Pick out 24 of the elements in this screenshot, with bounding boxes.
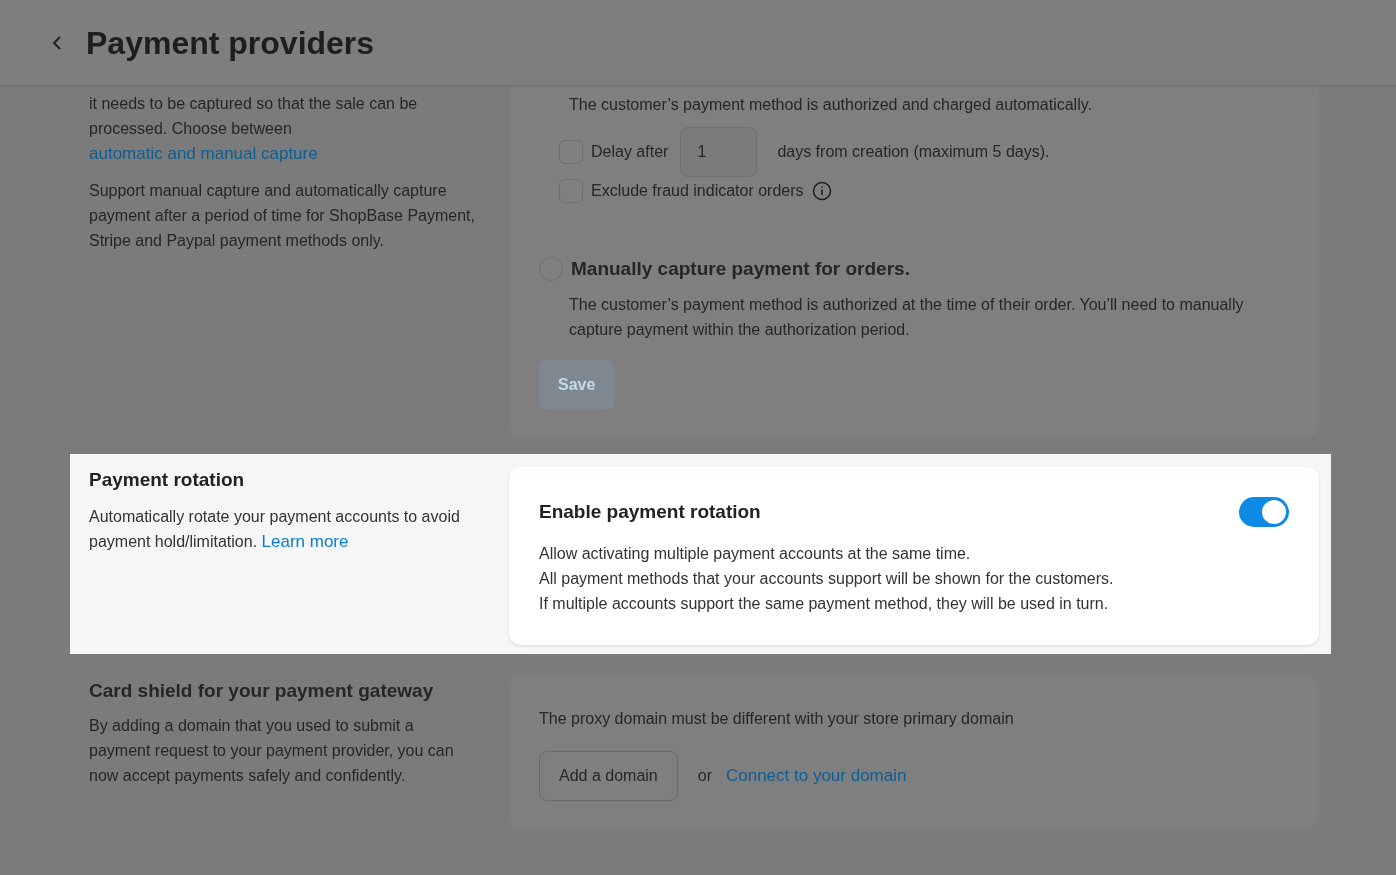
rotation-text: Allow activating multiple payment accounts at the same time. <box>539 544 972 564</box>
capture-description: it needs to be captured so that the sale can be processed. Choose between automatic and manual capture <box>89 94 419 165</box>
or-text: or <box>697 766 712 786</box>
add-domain-button[interactable]: Add a domain <box>539 751 678 801</box>
info-icon[interactable] <box>811 181 832 201</box>
rotation-text: If multiple accounts support the same payment method, they will be used in turn. <box>539 594 1110 614</box>
rotation-text: All payment methods that your accounts support will be shown for the customers. <box>539 569 1115 589</box>
rotation-toggle[interactable] <box>1239 497 1289 527</box>
manual-capture-description: The customer’s payment method is authorized at the time of their order. You’ll need to manually capture payment within the authorization period. <box>568 294 1245 340</box>
card-shield-title: Card shield for your payment gateway <box>89 679 435 703</box>
page-title: Payment providers <box>86 23 375 63</box>
proxy-domain-note: The proxy domain must be different with your store primary domain <box>539 709 1015 729</box>
learn-more-link[interactable]: Learn more <box>261 532 349 551</box>
days-input[interactable]: 1 <box>680 127 758 177</box>
capture-note: Support manual capture and automatically capture payment after a period of time for ShopBase Payment, Stripe and Paypal payment methods only. <box>89 181 476 251</box>
card-shield-description: By adding a domain that you used to submit a payment request to your payment provider, you can now accept payments safely and confidently. <box>89 716 455 786</box>
delay-suffix: days from creation (maximum 5 days). <box>777 142 1050 162</box>
manual-capture-title: Manually capture payment for orders. <box>571 257 910 281</box>
auto-description: The customer’s payment method is authorized and charged automatically. <box>568 95 1093 115</box>
rotation-description: Automatically rotate your payment accounts to avoid payment hold/limitation. Learn more <box>89 507 461 553</box>
rotation-card-title: Enable payment rotation <box>539 499 761 524</box>
fraud-label: Exclude fraud indicator orders <box>591 181 804 201</box>
delay-label: Delay after <box>591 142 669 162</box>
rotation-title: Payment rotation <box>89 468 246 492</box>
